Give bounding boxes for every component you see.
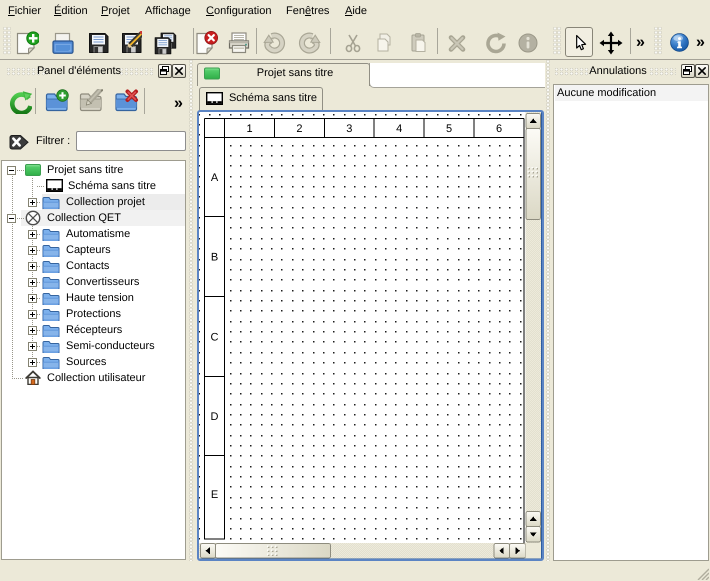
svg-text:1: 1 (246, 123, 252, 135)
svg-text:C: C (211, 332, 219, 344)
svg-text:D: D (211, 411, 219, 423)
svg-text:2: 2 (296, 123, 302, 135)
svg-text:4: 4 (396, 123, 402, 135)
svg-text:A: A (211, 172, 219, 184)
svg-text:B: B (211, 252, 218, 264)
svg-text:6: 6 (496, 123, 502, 135)
svg-text:E: E (211, 489, 218, 501)
svg-text:5: 5 (446, 123, 452, 135)
svg-text:3: 3 (346, 123, 352, 135)
